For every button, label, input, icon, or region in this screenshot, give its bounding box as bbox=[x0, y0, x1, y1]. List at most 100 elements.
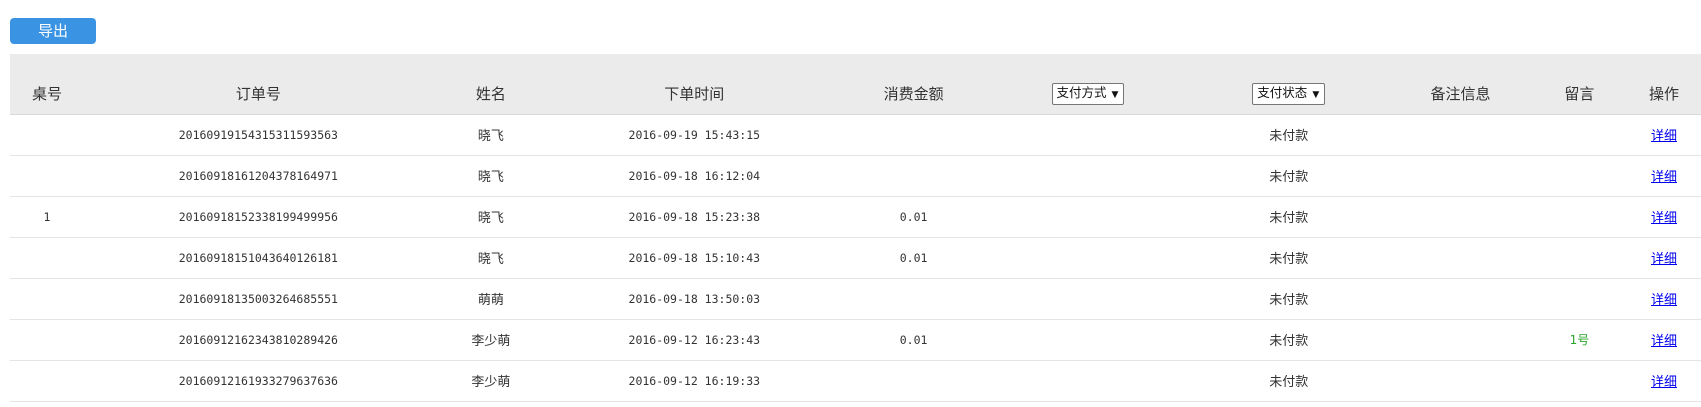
cell-message bbox=[1532, 360, 1627, 401]
cell-name: 晓飞 bbox=[477, 252, 504, 267]
cell-order-no: 20160912161933279637636 bbox=[178, 373, 338, 388]
cell-amount bbox=[840, 155, 988, 196]
cell-table-no bbox=[10, 278, 84, 319]
pay-method-select[interactable]: 支付方式 ▼ bbox=[1051, 82, 1125, 105]
header-name: 姓名 bbox=[475, 84, 506, 103]
cell-pay-method bbox=[988, 237, 1189, 278]
cell-name: 李少萌 bbox=[471, 375, 511, 390]
detail-link[interactable]: 详细 bbox=[1651, 334, 1677, 349]
cell-pay-status: 未付款 bbox=[1269, 293, 1309, 308]
cell-message bbox=[1532, 155, 1627, 196]
cell-action: 详细 bbox=[1627, 237, 1701, 278]
header-pay-method: 支付方式 ▼ bbox=[988, 54, 1189, 114]
cell-pay-method bbox=[988, 155, 1189, 196]
pay-status-select-label: 支付状态 bbox=[1257, 84, 1308, 100]
cell-pay-status: 未付款 bbox=[1269, 170, 1309, 185]
cell-action: 详细 bbox=[1627, 319, 1701, 360]
table-row: 20160918135003264685551 萌萌 2016-09-18 13:5… bbox=[10, 278, 1701, 319]
cell-amount bbox=[840, 114, 988, 155]
detail-link[interactable]: 详细 bbox=[1651, 170, 1677, 185]
cell-pay-method bbox=[988, 360, 1189, 401]
cell-table-no bbox=[10, 237, 84, 278]
cell-order-time: 2016-09-12 16:19:33 bbox=[628, 373, 761, 388]
cell-order-time: 2016-09-12 16:23:43 bbox=[628, 332, 761, 347]
cell-order-time: 2016-09-18 16:12:04 bbox=[628, 168, 761, 183]
cell-remark bbox=[1389, 155, 1532, 196]
cell-name: 晓飞 bbox=[477, 170, 504, 185]
orders-table-container: 桌号 订单号 姓名 下单时间 消费金额 支付方式 ▼ 支付状态 ▼ 备注信息 留言 … bbox=[10, 54, 1701, 402]
dropdown-arrow-icon: ▼ bbox=[1312, 89, 1320, 100]
cell-remark bbox=[1389, 278, 1532, 319]
orders-table: 桌号 订单号 姓名 下单时间 消费金额 支付方式 ▼ 支付状态 ▼ 备注信息 留言 … bbox=[10, 54, 1701, 402]
cell-order-no: 20160918151043640126181 bbox=[178, 250, 338, 265]
cell-pay-method bbox=[988, 278, 1189, 319]
detail-link[interactable]: 详细 bbox=[1651, 211, 1677, 226]
cell-order-no: 20160918152338199499956 bbox=[178, 209, 338, 224]
cell-name: 晓飞 bbox=[477, 211, 504, 226]
cell-pay-status: 未付款 bbox=[1269, 129, 1309, 144]
cell-table-no bbox=[10, 155, 84, 196]
detail-link[interactable]: 详细 bbox=[1651, 293, 1677, 308]
cell-pay-status: 未付款 bbox=[1269, 252, 1309, 267]
cell-action: 详细 bbox=[1627, 196, 1701, 237]
cell-remark bbox=[1389, 319, 1532, 360]
export-button[interactable]: 导出 bbox=[10, 18, 96, 44]
cell-pay-method bbox=[988, 196, 1189, 237]
pay-method-select-label: 支付方式 bbox=[1056, 84, 1107, 100]
cell-order-no: 20160912162343810289426 bbox=[178, 332, 338, 347]
cell-order-no: 20160919154315311593563 bbox=[178, 127, 338, 142]
cell-message: 1号 bbox=[1569, 333, 1590, 347]
cell-name: 萌萌 bbox=[477, 293, 504, 308]
table-row: 20160919154315311593563 晓飞 2016-09-19 15:4… bbox=[10, 114, 1701, 155]
table-row: 20160918151043640126181 晓飞 2016-09-18 15:1… bbox=[10, 237, 1701, 278]
table-header-row: 桌号 订单号 姓名 下单时间 消费金额 支付方式 ▼ 支付状态 ▼ 备注信息 留言 … bbox=[10, 54, 1701, 114]
dropdown-arrow-icon: ▼ bbox=[1111, 89, 1119, 100]
cell-pay-method bbox=[988, 319, 1189, 360]
header-remark: 备注信息 bbox=[1430, 84, 1491, 103]
cell-table-no bbox=[10, 319, 84, 360]
table-body: 20160919154315311593563 晓飞 2016-09-19 15:4… bbox=[10, 114, 1701, 401]
header-pay-status: 支付状态 ▼ bbox=[1188, 54, 1389, 114]
detail-link[interactable]: 详细 bbox=[1651, 129, 1677, 144]
cell-table-no bbox=[10, 114, 84, 155]
cell-remark bbox=[1389, 237, 1532, 278]
cell-order-no: 20160918161204378164971 bbox=[178, 168, 338, 183]
table-row: 20160912161933279637636 李少萌 2016-09-12 16:… bbox=[10, 360, 1701, 401]
table-row: 1 20160918152338199499956 晓飞 2016-09-18 15:… bbox=[10, 196, 1701, 237]
cell-remark bbox=[1389, 114, 1532, 155]
cell-message bbox=[1532, 278, 1627, 319]
table-row: 20160912162343810289426 李少萌 2016-09-12 16:… bbox=[10, 319, 1701, 360]
cell-amount: 0.01 bbox=[899, 250, 928, 265]
cell-action: 详细 bbox=[1627, 114, 1701, 155]
cell-message bbox=[1532, 237, 1627, 278]
cell-name: 晓飞 bbox=[477, 129, 504, 144]
header-message: 留言 bbox=[1564, 84, 1595, 103]
cell-order-no: 20160918135003264685551 bbox=[178, 291, 338, 306]
cell-remark bbox=[1389, 196, 1532, 237]
cell-order-time: 2016-09-18 13:50:03 bbox=[628, 291, 761, 306]
cell-order-time: 2016-09-19 15:43:15 bbox=[628, 127, 761, 142]
cell-table-no bbox=[10, 360, 84, 401]
header-table-no: 桌号 bbox=[31, 84, 62, 103]
cell-amount bbox=[840, 360, 988, 401]
cell-message bbox=[1532, 196, 1627, 237]
cell-amount: 0.01 bbox=[899, 332, 928, 347]
detail-link[interactable]: 详细 bbox=[1651, 252, 1677, 267]
cell-name: 李少萌 bbox=[471, 334, 511, 349]
detail-link[interactable]: 详细 bbox=[1651, 375, 1677, 390]
cell-action: 详细 bbox=[1627, 155, 1701, 196]
header-order-time: 下单时间 bbox=[664, 84, 725, 103]
cell-pay-method bbox=[988, 114, 1189, 155]
pay-status-select[interactable]: 支付状态 ▼ bbox=[1252, 82, 1326, 105]
cell-order-time: 2016-09-18 15:10:43 bbox=[628, 250, 761, 265]
header-action: 操作 bbox=[1648, 84, 1679, 103]
cell-pay-status: 未付款 bbox=[1269, 375, 1309, 390]
cell-amount: 0.01 bbox=[899, 209, 928, 224]
cell-action: 详细 bbox=[1627, 360, 1701, 401]
cell-order-time: 2016-09-18 15:23:38 bbox=[628, 209, 761, 224]
header-order-no: 订单号 bbox=[235, 84, 281, 103]
cell-remark bbox=[1389, 360, 1532, 401]
cell-message bbox=[1532, 114, 1627, 155]
cell-table-no: 1 bbox=[43, 209, 51, 224]
cell-pay-status: 未付款 bbox=[1269, 334, 1309, 349]
